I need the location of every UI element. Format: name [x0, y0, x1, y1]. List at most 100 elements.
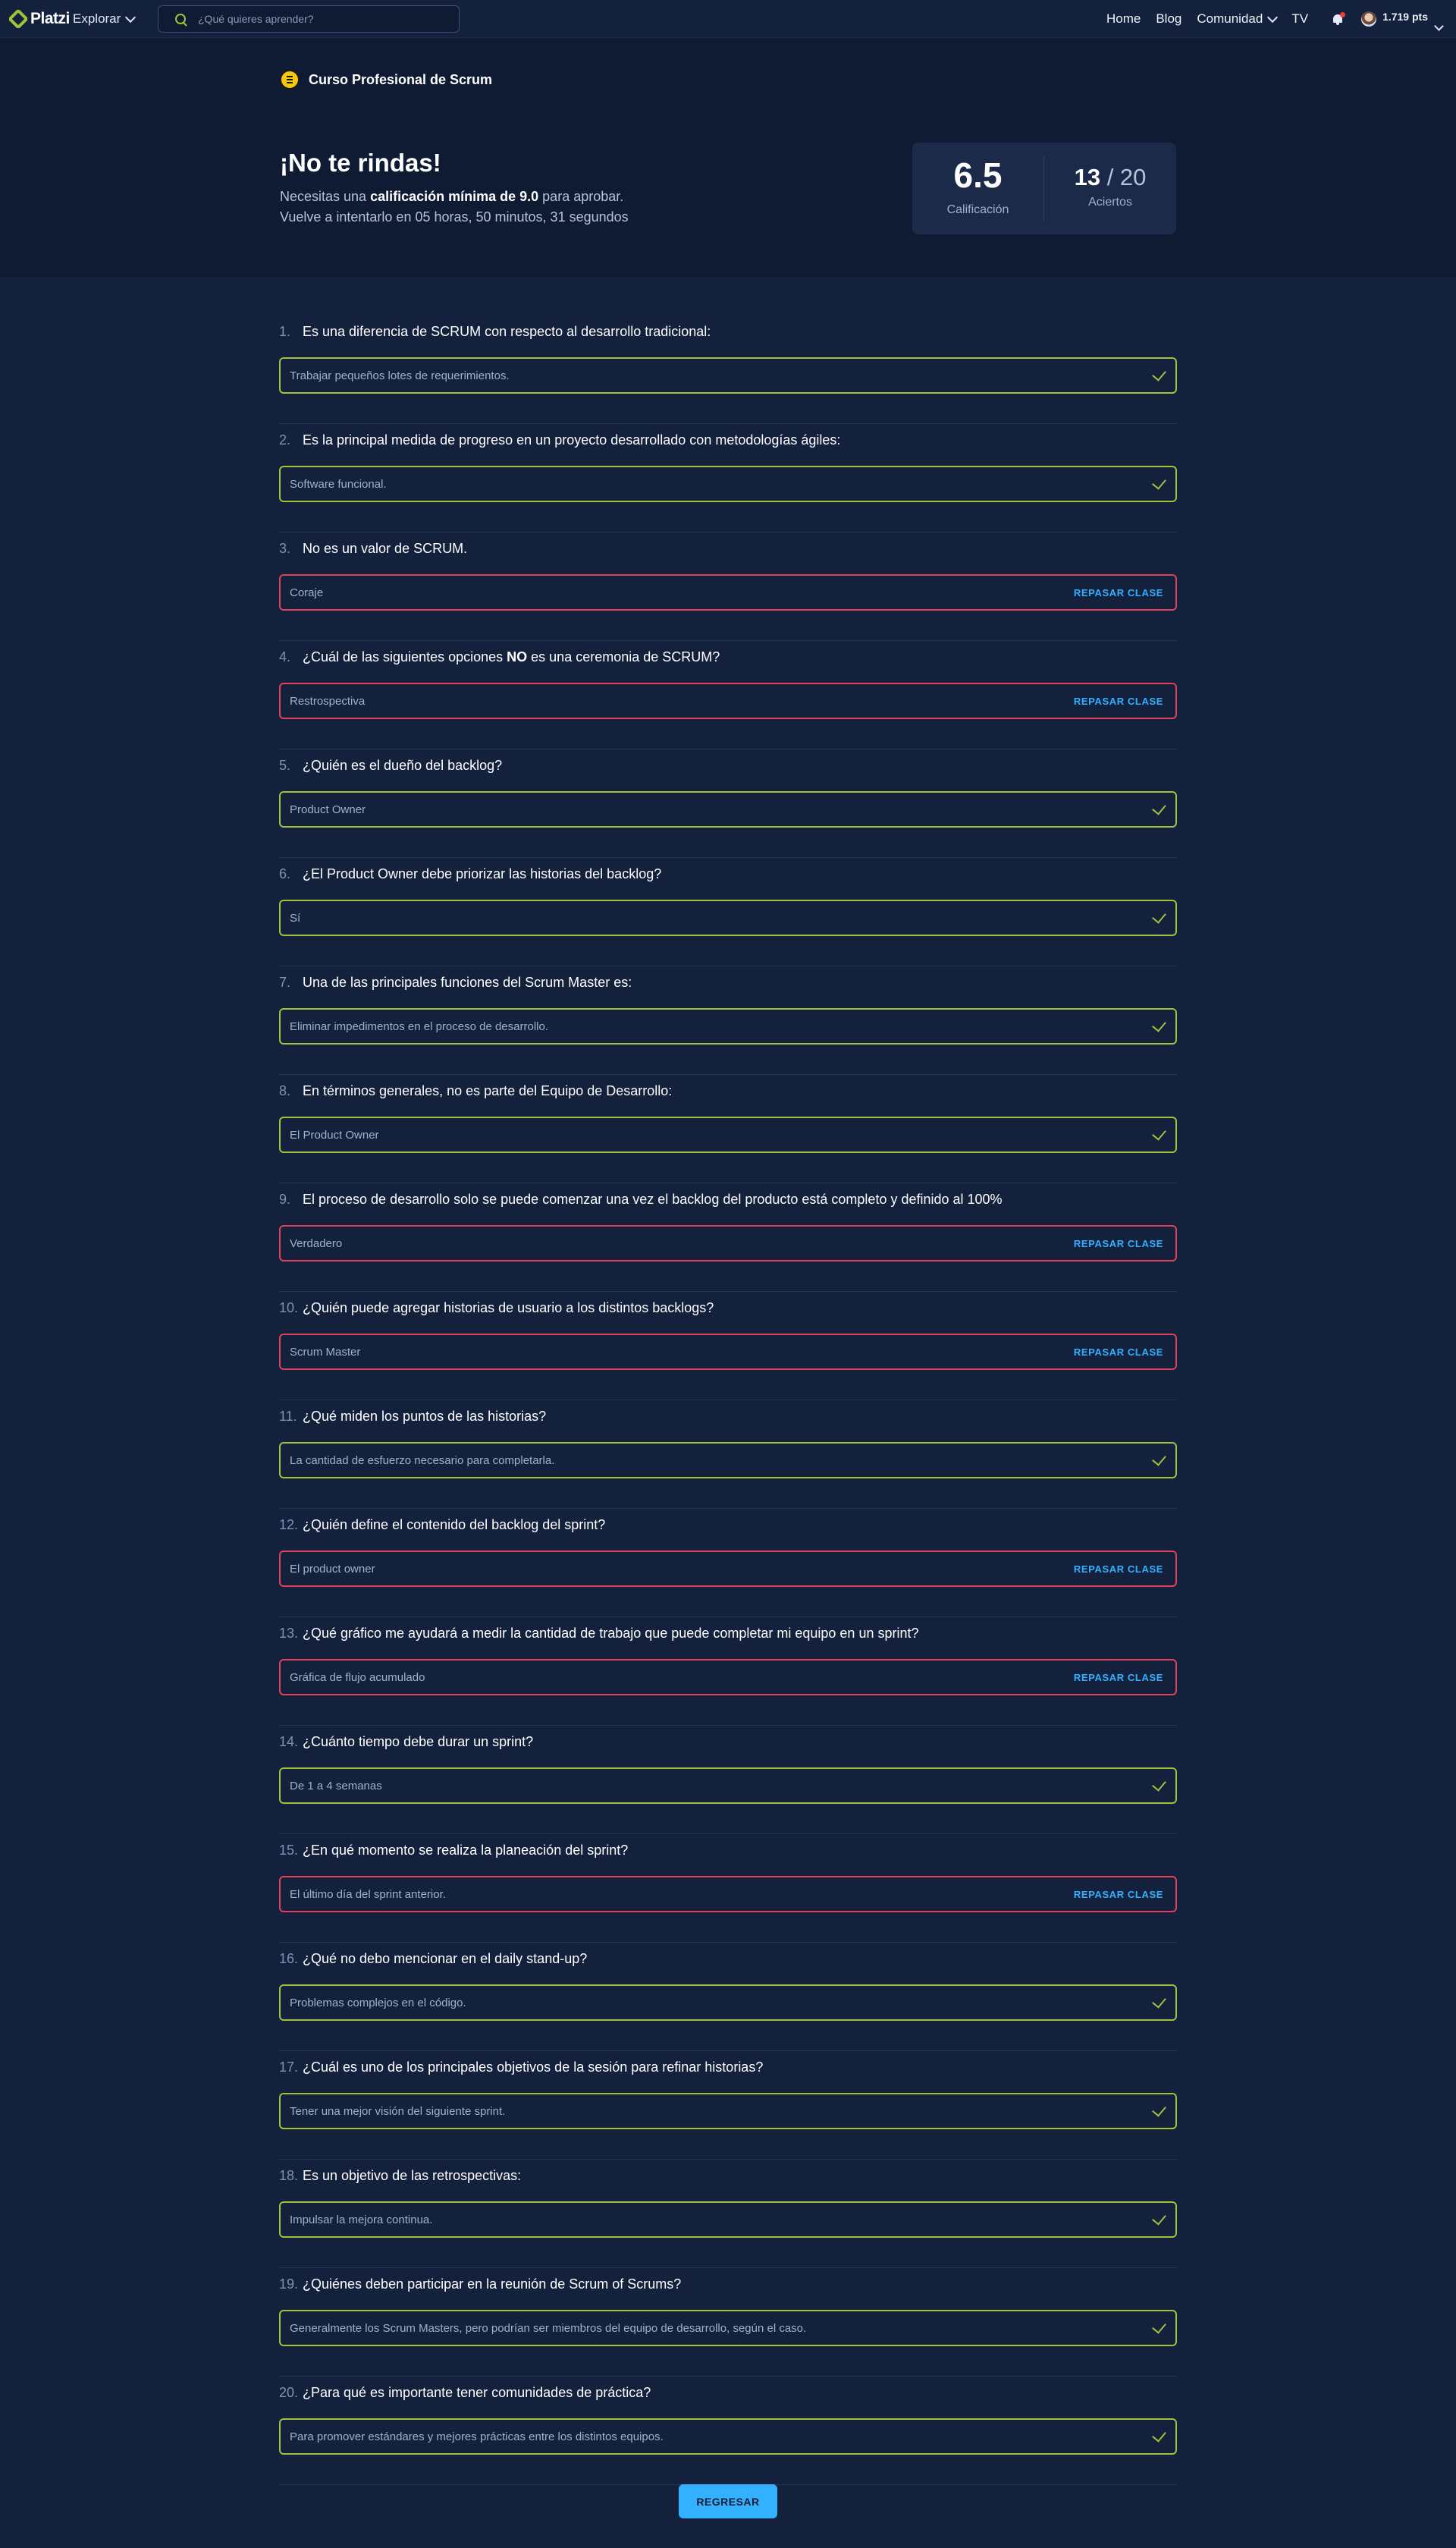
back-button[interactable]: REGRESAR	[679, 2484, 777, 2518]
nav-link-home[interactable]: Home	[1106, 11, 1141, 27]
question-text: 3. No es un valor de SCRUM.	[279, 541, 467, 557]
course-title: Curso Profesional de Scrum	[309, 71, 493, 87]
question-item: 18. Es un objetivo de las retrospectivas:…	[279, 2160, 1178, 2268]
score-card: 6.5 Calificación 13 / 20 Aciertos	[912, 143, 1176, 234]
nav-link-tv[interactable]: TV	[1291, 11, 1308, 27]
review-class-link[interactable]: REPASAR CLASE	[1074, 696, 1163, 707]
answer-text: El Product Owner	[290, 1129, 379, 1142]
question-number: 16.	[279, 1951, 299, 1966]
question-label: En términos generales, no es parte del E…	[303, 1083, 673, 1098]
review-class-link[interactable]: REPASAR CLASE	[1074, 587, 1163, 599]
avatar[interactable]	[1361, 11, 1377, 27]
answer-text: Trabajar pequeños lotes de requerimiento…	[290, 369, 510, 382]
question-label: ¿Cuánto tiempo debe durar un sprint?	[303, 1734, 534, 1749]
answer-text: Software funcional.	[290, 478, 387, 491]
question-item: 9. El proceso de desarrollo solo se puede…	[279, 1183, 1178, 1292]
nav-link-comunidad[interactable]: Comunidad	[1197, 11, 1279, 27]
min-grade-suffix: para aprobar.	[538, 189, 624, 204]
chevron-down-icon[interactable]	[1434, 20, 1444, 31]
checkmark-icon	[1152, 475, 1166, 490]
question-text: 2. Es la principal medida de progreso en …	[279, 432, 840, 448]
notifications-bell-icon[interactable]	[1332, 12, 1346, 25]
answer-correct: Eliminar impedimentos en el proceso de d…	[279, 1008, 1177, 1045]
answer-text: La cantidad de esfuerzo necesario para c…	[290, 1454, 555, 1467]
question-number: 12.	[279, 1517, 299, 1532]
answer-text: Tener una mejor visión del siguiente spr…	[290, 2105, 506, 2118]
checkmark-icon	[1152, 1777, 1166, 1792]
answer-text: Gráfica de flujo acumulado	[290, 1671, 425, 1684]
answer-text: Scrum Master	[290, 1346, 361, 1359]
answer-correct: Generalmente los Scrum Masters, pero pod…	[279, 2310, 1177, 2346]
answer-wrong: El último día del sprint anterior. REPASA…	[279, 1876, 1177, 1912]
question-text: 18. Es un objetivo de las retrospectivas:	[279, 2168, 521, 2184]
search-bar[interactable]	[158, 5, 460, 33]
checkmark-icon	[1152, 2319, 1166, 2334]
question-item: 2. Es la principal medida de progreso en …	[279, 424, 1178, 533]
hits-total: 20	[1119, 164, 1147, 190]
checkmark-icon	[1152, 2102, 1166, 2117]
answer-correct: El Product Owner	[279, 1117, 1177, 1153]
question-text: 15. ¿En qué momento se realiza la planeac…	[279, 1843, 628, 1858]
question-item: 12. ¿Quién define el contenido del backlo…	[279, 1509, 1178, 1617]
search-input[interactable]	[196, 12, 427, 26]
grade-label: Calificación	[946, 203, 1009, 216]
question-item: 4. ¿Cuál de las siguientes opciones NO es…	[279, 641, 1178, 749]
review-class-link[interactable]: REPASAR CLASE	[1074, 1346, 1163, 1358]
answer-wrong: El product owner REPASAR CLASE	[279, 1550, 1177, 1587]
question-text: 1. Es una diferencia de SCRUM con respect…	[279, 324, 711, 340]
checkmark-icon	[1152, 1017, 1166, 1032]
question-item: 14. ¿Cuánto tiempo debe durar un sprint? D…	[279, 1726, 1178, 1834]
question-label: ¿Cuál es uno de los principales objetivo…	[303, 2059, 764, 2075]
question-item: 7. Una de las principales funciones del S…	[279, 966, 1178, 1075]
question-number: 10.	[279, 1300, 299, 1315]
brand-name: Platzi	[30, 10, 70, 27]
search-icon	[175, 14, 186, 24]
answer-correct: Impulsar la mejora continua.	[279, 2201, 1177, 2238]
review-class-link[interactable]: REPASAR CLASE	[1074, 1889, 1163, 1900]
platzi-logo[interactable]: Platzi	[9, 10, 70, 28]
checkmark-icon	[1152, 1993, 1166, 2009]
answer-text: Coraje	[290, 586, 324, 599]
question-item: 19. ¿Quiénes deben participar en la reuni…	[279, 2268, 1178, 2377]
question-number: 17.	[279, 2059, 299, 2075]
answer-correct: La cantidad de esfuerzo necesario para c…	[279, 1442, 1177, 1478]
answer-text: Product Owner	[290, 803, 366, 816]
question-item: 15. ¿En qué momento se realiza la planeac…	[279, 1834, 1178, 1943]
question-item: 16. ¿Qué no debo mencionar en el daily st…	[279, 1943, 1178, 2051]
hits-value: 13 / 20	[1044, 164, 1176, 191]
notification-dot	[1340, 12, 1346, 17]
question-text: 8. En términos generales, no es parte del…	[279, 1083, 672, 1099]
question-label: ¿Quiénes deben participar en la reunión …	[303, 2276, 682, 2292]
chevron-down-icon	[125, 11, 136, 23]
review-class-link[interactable]: REPASAR CLASE	[1074, 1672, 1163, 1683]
course-info[interactable]: Curso Profesional de Scrum	[280, 70, 492, 90]
checkmark-icon	[1152, 366, 1166, 382]
question-label: ¿El Product Owner debe priorizar las his…	[303, 866, 662, 881]
questions-list: 1. Es una diferencia de SCRUM con respect…	[279, 316, 1178, 2485]
question-number: 1.	[279, 324, 291, 339]
question-number: 19.	[279, 2276, 299, 2292]
retry-countdown: Vuelve a intentarlo en 05 horas, 50 minu…	[280, 209, 629, 225]
question-label: ¿Qué gráfico me ayudará a medir la canti…	[303, 1626, 919, 1641]
question-number: 2.	[279, 432, 291, 448]
question-text: 20. ¿Para qué es importante tener comunid…	[279, 2385, 651, 2401]
hits-separator: /	[1100, 164, 1120, 190]
nav-link-blog[interactable]: Blog	[1156, 11, 1181, 27]
question-item: 20. ¿Para qué es importante tener comunid…	[279, 2377, 1178, 2485]
question-number: 13.	[279, 1626, 299, 1641]
review-class-link[interactable]: REPASAR CLASE	[1074, 1563, 1163, 1575]
question-item: 5. ¿Quién es el dueño del backlog? Product…	[279, 749, 1178, 858]
explore-menu[interactable]: Explorar	[73, 11, 136, 27]
answer-text: Problemas complejos en el código.	[290, 1997, 466, 2009]
question-number: 15.	[279, 1843, 299, 1858]
answer-wrong: Scrum Master REPASAR CLASE	[279, 1334, 1177, 1370]
answer-correct: Product Owner	[279, 791, 1177, 828]
user-points[interactable]: 1.719 pts	[1382, 11, 1428, 23]
review-class-link[interactable]: REPASAR CLASE	[1074, 1238, 1163, 1249]
question-label: ¿En qué momento se realiza la planeación…	[303, 1843, 629, 1858]
answer-correct: Problemas complejos en el código.	[279, 1984, 1177, 2021]
question-label: Es una diferencia de SCRUM con respecto …	[303, 324, 711, 339]
question-text: 19. ¿Quiénes deben participar en la reuni…	[279, 2276, 681, 2292]
question-label: Es la principal medida de progreso en un…	[303, 432, 841, 448]
min-grade-message: Necesitas una calificación mínima de 9.0…	[280, 189, 623, 205]
